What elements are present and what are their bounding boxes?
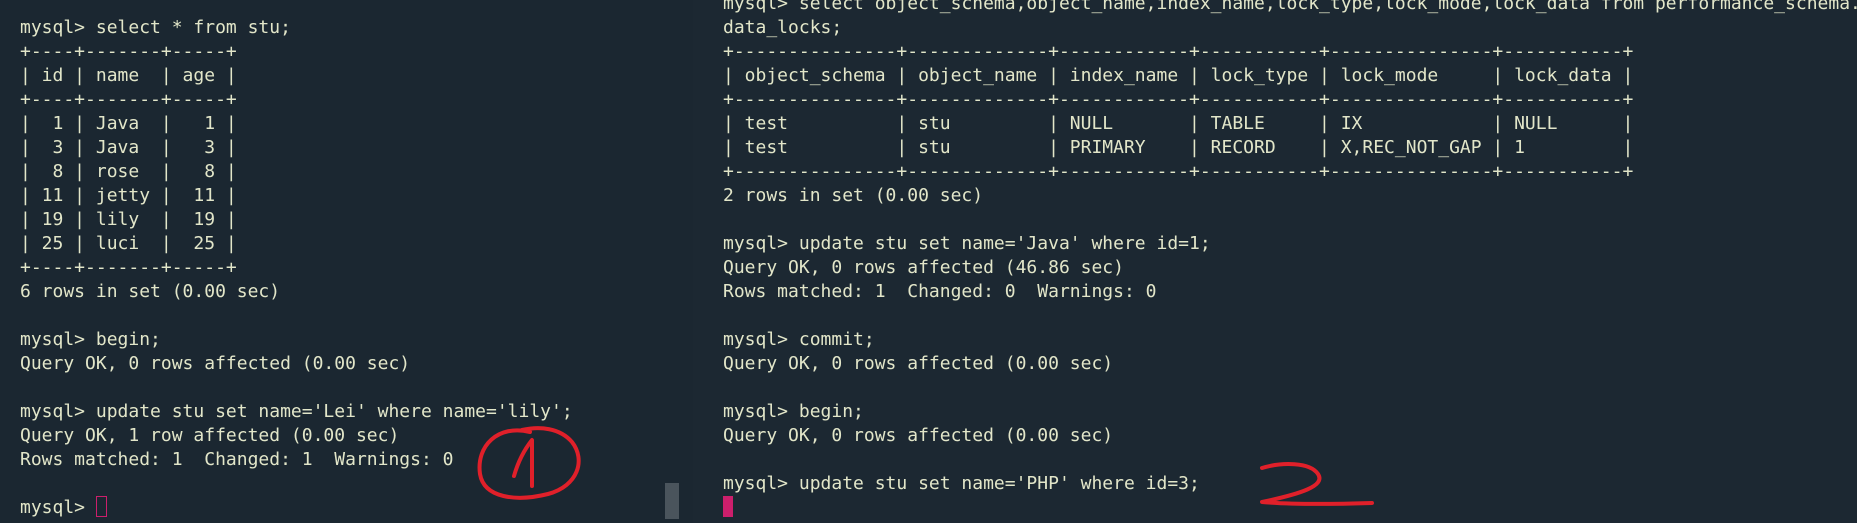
right-line: mysql> update stu set name='PHP' where i… — [723, 473, 1200, 494]
left-line: | 3 | Java | 3 | — [20, 137, 237, 158]
terminal-pane-left[interactable]: mysql> select * from stu; +----+-------+-… — [0, 0, 693, 523]
left-line — [20, 472, 573, 496]
right-cursor-line[interactable] — [723, 496, 1857, 520]
left-line: mysql> select * from stu; — [20, 17, 291, 38]
right-line: mysql> commit; — [723, 329, 875, 350]
right-line: data_locks; — [723, 17, 843, 38]
left-line: Query OK, 0 rows affected (0.00 sec) — [20, 353, 411, 374]
left-line: 6 rows in set (0.00 sec) — [20, 281, 281, 302]
right-line: mysql> begin; — [723, 401, 864, 422]
left-line: +----+-------+-----+ — [20, 89, 237, 110]
left-line — [20, 304, 573, 328]
left-line: mysql> update stu set name='Lei' where n… — [20, 401, 573, 422]
right-line: Rows matched: 1 Changed: 0 Warnings: 0 — [723, 281, 1157, 302]
terminal-cursor — [95, 496, 107, 517]
right-line: | test | stu | NULL | TABLE | IX | NULL … — [723, 113, 1634, 134]
left-line: | 1 | Java | 1 | — [20, 113, 237, 134]
left-line: +----+-------+-----+ — [20, 257, 237, 278]
left-line: | 11 | jetty | 11 | — [20, 185, 237, 206]
left-line: | 19 | lily | 19 | — [20, 209, 237, 230]
terminal-output-left: mysql> select * from stu; +----+-------+-… — [20, 16, 573, 520]
right-line: Query OK, 0 rows affected (0.00 sec) — [723, 353, 1114, 374]
right-line: Query OK, 0 rows affected (46.86 sec) — [723, 257, 1124, 278]
left-prompt-line[interactable]: mysql> — [20, 496, 573, 520]
right-line: Query OK, 0 rows affected (0.00 sec) — [723, 425, 1114, 446]
right-line: mysql> select object_schema,object_name,… — [723, 0, 1857, 14]
right-line: +---------------+-------------+---------… — [723, 89, 1634, 110]
right-line: mysql> update stu set name='Java' where … — [723, 233, 1211, 254]
right-line — [723, 376, 1857, 400]
right-line: +---------------+-------------+---------… — [723, 161, 1634, 182]
left-line — [20, 376, 573, 400]
left-line: +----+-------+-----+ — [20, 41, 237, 62]
terminal-cursor — [723, 496, 733, 517]
right-line — [723, 448, 1857, 472]
right-line — [723, 208, 1857, 232]
scrollbar-thumb[interactable] — [665, 483, 679, 519]
mysql-prompt: mysql> — [20, 497, 96, 518]
right-line: | object_schema | object_name | index_na… — [723, 65, 1634, 86]
left-line: Query OK, 1 row affected (0.00 sec) — [20, 425, 400, 446]
left-line: | 25 | luci | 25 | — [20, 233, 237, 254]
right-line — [723, 304, 1857, 328]
terminal-output-right: mysql> select object_schema,object_name,… — [723, 0, 1857, 520]
left-line: Rows matched: 1 Changed: 1 Warnings: 0 — [20, 449, 454, 470]
left-line: | 8 | rose | 8 | — [20, 161, 237, 182]
left-line: | id | name | age | — [20, 65, 237, 86]
right-line: 2 rows in set (0.00 sec) — [723, 185, 984, 206]
right-line: +---------------+-------------+---------… — [723, 41, 1634, 62]
terminal-pane-right[interactable]: mysql> select object_schema,object_name,… — [693, 0, 1857, 523]
right-line: | test | stu | PRIMARY | RECORD | X,REC_… — [723, 137, 1634, 158]
left-line: mysql> begin; — [20, 329, 161, 350]
